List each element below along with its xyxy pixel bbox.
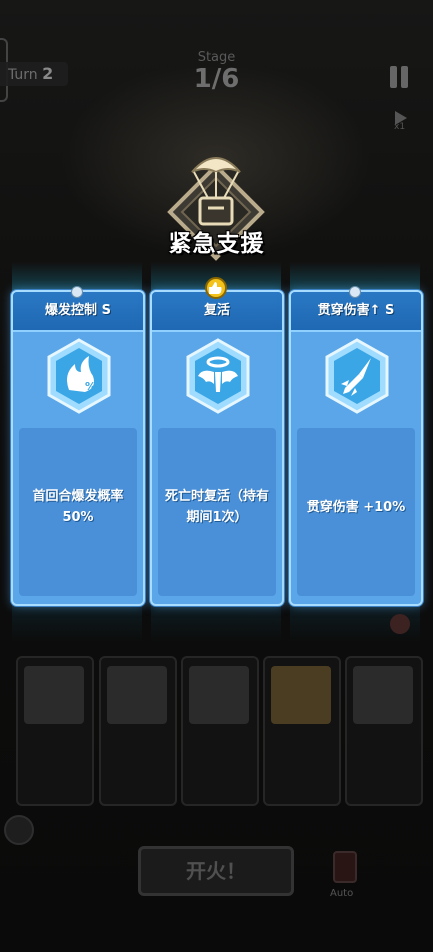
grenade-icon <box>189 666 249 724</box>
grenade-icon <box>107 666 167 724</box>
speed-label: x1 <box>394 122 406 132</box>
card-title: 爆发控制 S <box>13 292 143 332</box>
card-description: 首回合爆发概率50% <box>19 428 137 596</box>
rifle-icon <box>353 666 413 724</box>
card-title: 贯穿伤害↑ S <box>291 292 421 332</box>
svg-text:%: % <box>85 380 96 393</box>
card-pin-3 <box>349 286 361 298</box>
weapon-slot-5 <box>345 656 423 806</box>
skill-card-revive[interactable]: 复活 死亡时复活（持有期间1次） <box>150 290 284 606</box>
stage-value: 1/6 <box>193 64 240 94</box>
rifle-icon <box>24 666 84 724</box>
auto-label: Auto <box>330 888 354 899</box>
card-description: 贯穿伤害 +10% <box>297 428 415 596</box>
card-description: 死亡时复活（持有期间1次） <box>158 428 276 596</box>
winged-halo-revive-icon <box>186 338 250 414</box>
recommended-thumb-up-icon <box>205 277 227 299</box>
piercing-arrow-icon <box>325 338 389 414</box>
skill-card-burst-control[interactable]: 爆发控制 S % 首回合爆发概率50% <box>11 290 145 606</box>
speed-toggle-button[interactable]: x1 <box>390 108 412 134</box>
stage-label: Stage <box>197 50 236 65</box>
fire-button: 开火！ <box>138 846 294 896</box>
weapon-slot-2 <box>99 656 177 806</box>
grenade-icon <box>271 666 331 724</box>
weapon-slot-3 <box>181 656 259 806</box>
weapon-slot-1 <box>16 656 94 806</box>
skill-card-pierce-damage[interactable]: 贯穿伤害↑ S 贯穿伤害 +10% <box>289 290 423 606</box>
skill-orb-icon <box>4 815 34 845</box>
dialog-title: 紧急支援 <box>168 231 265 257</box>
pause-icon[interactable] <box>388 66 410 88</box>
weapon-slot-4 <box>263 656 341 806</box>
card-pin-1 <box>71 286 83 298</box>
status-marker-icon <box>390 614 410 634</box>
burst-flame-percent-icon: % <box>47 338 111 414</box>
